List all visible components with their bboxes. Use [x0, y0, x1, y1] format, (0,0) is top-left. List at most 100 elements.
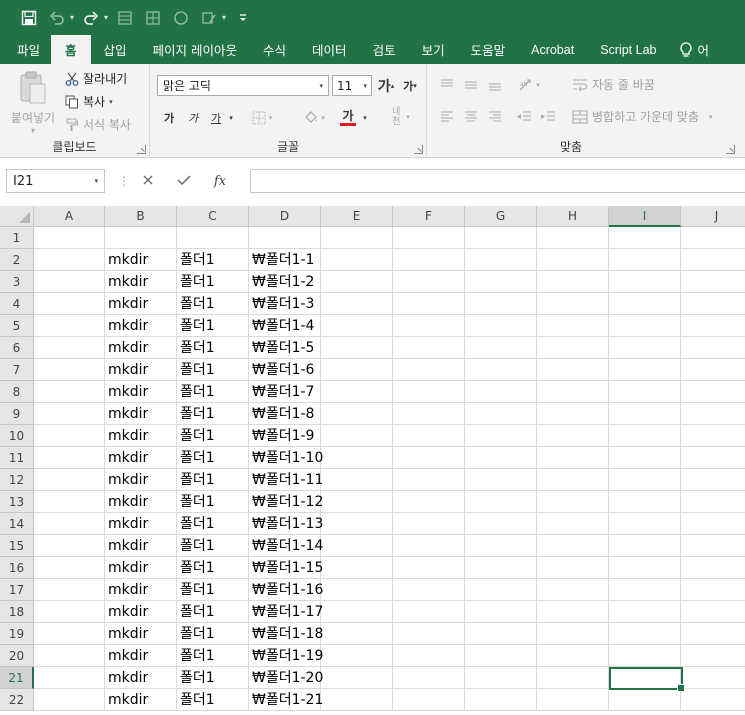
cell-a10[interactable] — [34, 425, 105, 447]
orientation-button[interactable]: ab ▾ — [514, 76, 544, 94]
font-family-select[interactable]: 맑은 고딕 ▾ — [157, 75, 329, 96]
cell-d5[interactable]: ₩폴더1-4 — [249, 315, 321, 337]
cell-h10[interactable] — [537, 425, 609, 447]
cell-h1[interactable] — [537, 227, 609, 249]
shape-circle-icon[interactable] — [170, 7, 192, 29]
cell-h18[interactable] — [537, 601, 609, 623]
cell-e1[interactable] — [321, 227, 393, 249]
cell-f1[interactable] — [393, 227, 465, 249]
cell-g17[interactable] — [465, 579, 537, 601]
cell-a16[interactable] — [34, 557, 105, 579]
cell-d1[interactable] — [249, 227, 321, 249]
increase-indent-icon[interactable] — [538, 108, 558, 126]
customize-qat-icon[interactable] — [232, 7, 254, 29]
cell-c5[interactable]: 폴더1 — [177, 315, 249, 337]
cell-h14[interactable] — [537, 513, 609, 535]
cell-c15[interactable]: 폴더1 — [177, 535, 249, 557]
cell-b3[interactable]: mkdir — [105, 271, 177, 293]
align-center-icon[interactable] — [462, 108, 480, 126]
cell-d13[interactable]: ₩폴더1-12 — [249, 491, 323, 513]
cell-c9[interactable]: 폴더1 — [177, 403, 249, 425]
cell-b14[interactable]: mkdir — [105, 513, 177, 535]
cell-d9[interactable]: ₩폴더1-8 — [249, 403, 321, 425]
cell-j4[interactable] — [681, 293, 745, 315]
cell-d3[interactable]: ₩폴더1-2 — [249, 271, 321, 293]
cell-i7[interactable] — [609, 359, 681, 381]
cell-a4[interactable] — [34, 293, 105, 315]
row-header[interactable]: 12 — [0, 469, 34, 491]
cell-a19[interactable] — [34, 623, 105, 645]
shape-dropdown-icon[interactable]: ▾ — [222, 13, 226, 22]
cell-b12[interactable]: mkdir — [105, 469, 177, 491]
cell-c8[interactable]: 폴더1 — [177, 381, 249, 403]
tab-file[interactable]: 파일 — [5, 35, 51, 64]
cell-h4[interactable] — [537, 293, 609, 315]
cell-d11[interactable]: ₩폴더1-10 — [249, 447, 323, 469]
cell-f16[interactable] — [393, 557, 465, 579]
cell-d22[interactable]: ₩폴더1-21 — [249, 689, 323, 711]
column-header-b[interactable]: B — [105, 206, 177, 227]
cell-j22[interactable] — [681, 689, 745, 711]
paste-dropdown-icon[interactable]: ▾ — [8, 126, 58, 135]
cell-c10[interactable]: 폴더1 — [177, 425, 249, 447]
cell-j9[interactable] — [681, 403, 745, 425]
column-header-f[interactable]: F — [393, 206, 465, 227]
cell-j6[interactable] — [681, 337, 745, 359]
cell-d20[interactable]: ₩폴더1-19 — [249, 645, 323, 667]
copy-button[interactable]: 복사 ▾ — [65, 93, 113, 110]
cell-j8[interactable] — [681, 381, 745, 403]
fill-color-dropdown-icon[interactable]: ▾ — [321, 114, 325, 122]
cell-c20[interactable]: 폴더1 — [177, 645, 249, 667]
cell-a12[interactable] — [34, 469, 105, 491]
tell-me-box[interactable]: 어 — [669, 35, 709, 64]
cell-h11[interactable] — [537, 447, 609, 469]
cell-h6[interactable] — [537, 337, 609, 359]
cell-a3[interactable] — [34, 271, 105, 293]
row-header[interactable]: 1 — [0, 227, 34, 249]
cell-g5[interactable] — [465, 315, 537, 337]
cell-g8[interactable] — [465, 381, 537, 403]
cell-f8[interactable] — [393, 381, 465, 403]
cell-g22[interactable] — [465, 689, 537, 711]
cell-b8[interactable]: mkdir — [105, 381, 177, 403]
align-middle-icon[interactable] — [462, 76, 480, 94]
cell-i6[interactable] — [609, 337, 681, 359]
select-all-button[interactable] — [0, 206, 34, 227]
cell-h16[interactable] — [537, 557, 609, 579]
align-top-icon[interactable] — [438, 76, 456, 94]
borders-dropdown-icon[interactable]: ▾ — [269, 114, 273, 122]
cell-a14[interactable] — [34, 513, 105, 535]
cell-c22[interactable]: 폴더1 — [177, 689, 249, 711]
row-header[interactable]: 17 — [0, 579, 34, 601]
cell-i3[interactable] — [609, 271, 681, 293]
cell-a5[interactable] — [34, 315, 105, 337]
cell-b4[interactable]: mkdir — [105, 293, 177, 315]
cell-i13[interactable] — [609, 491, 681, 513]
decrease-indent-icon[interactable] — [514, 108, 534, 126]
cell-i18[interactable] — [609, 601, 681, 623]
cell-i10[interactable] — [609, 425, 681, 447]
cell-i16[interactable] — [609, 557, 681, 579]
cell-c14[interactable]: 폴더1 — [177, 513, 249, 535]
cell-b22[interactable]: mkdir — [105, 689, 177, 711]
cell-g12[interactable] — [465, 469, 537, 491]
cell-i8[interactable] — [609, 381, 681, 403]
bold-button[interactable]: 가 — [160, 108, 178, 128]
cell-b1[interactable] — [105, 227, 177, 249]
cell-j5[interactable] — [681, 315, 745, 337]
cell-f6[interactable] — [393, 337, 465, 359]
cell-a21[interactable] — [34, 667, 105, 689]
cell-g6[interactable] — [465, 337, 537, 359]
cell-e19[interactable] — [321, 623, 393, 645]
cell-i4[interactable] — [609, 293, 681, 315]
cell-g1[interactable] — [465, 227, 537, 249]
redo-icon[interactable] — [80, 7, 102, 29]
cell-d17[interactable]: ₩폴더1-16 — [249, 579, 323, 601]
cancel-icon[interactable] — [130, 174, 166, 189]
cell-a18[interactable] — [34, 601, 105, 623]
column-header-i[interactable]: I — [609, 206, 681, 227]
cell-d10[interactable]: ₩폴더1-9 — [249, 425, 321, 447]
cell-g2[interactable] — [465, 249, 537, 271]
cell-i21[interactable] — [609, 667, 681, 689]
row-header[interactable]: 8 — [0, 381, 34, 403]
